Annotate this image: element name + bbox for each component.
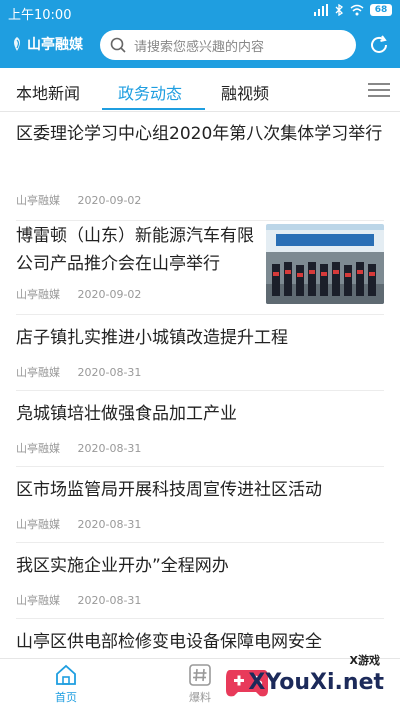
news-date: 2020-08-31 bbox=[77, 442, 142, 455]
news-title: 博雷顿（山东）新能源汽车有限公司产品推介会在山亭举行 bbox=[16, 226, 254, 274]
divider bbox=[16, 314, 384, 315]
news-meta: 山亭融媒 2020-08-31 bbox=[16, 516, 141, 532]
news-item[interactable]: 店子镇扎实推进小城镇改造提升工程 山亭融媒 2020-08-31 bbox=[16, 324, 384, 391]
news-source: 山亭融媒 bbox=[16, 442, 60, 455]
nav-report[interactable]: 爆料 bbox=[170, 663, 230, 705]
bluetooth-icon bbox=[335, 4, 344, 16]
tab-video[interactable]: 融视频 bbox=[221, 80, 269, 104]
news-item[interactable]: 区市场监管局开展科技周宣传进社区活动 山亭融媒 2020-08-31 bbox=[16, 476, 384, 543]
status-icons: 68 bbox=[314, 4, 392, 16]
nav-home-label: 首页 bbox=[55, 691, 77, 704]
active-tab-indicator bbox=[102, 108, 205, 110]
news-source: 山亭融媒 bbox=[16, 194, 60, 207]
news-date: 2020-08-31 bbox=[77, 518, 142, 531]
divider bbox=[16, 618, 384, 619]
news-item[interactable]: 区委理论学习中心组2020年第八次集体学习举行 山亭融媒 2020-09-02 bbox=[16, 120, 384, 221]
nav-home[interactable]: 首页 bbox=[36, 663, 96, 705]
news-meta: 山亭融媒 2020-08-31 bbox=[16, 440, 141, 456]
brand-name: 山亭融媒 bbox=[27, 37, 83, 53]
status-time: 上午10:00 bbox=[8, 8, 72, 23]
watermark: X游戏 XYouXi.net bbox=[224, 652, 394, 708]
news-source: 山亭融媒 bbox=[16, 594, 60, 607]
tab-local-news[interactable]: 本地新闻 bbox=[16, 80, 80, 104]
event-photo bbox=[266, 224, 384, 304]
category-tabs: 本地新闻 政务动态 融视频 bbox=[0, 68, 400, 112]
logo-icon bbox=[14, 37, 20, 51]
menu-icon[interactable] bbox=[368, 82, 390, 98]
news-feed: 区委理论学习中心组2020年第八次集体学习举行 山亭融媒 2020-09-02 … bbox=[0, 112, 400, 658]
search-placeholder: 请搜索您感兴趣的内容 bbox=[134, 39, 265, 55]
news-thumbnail bbox=[266, 224, 384, 304]
news-source: 山亭融媒 bbox=[16, 366, 60, 379]
status-bar: 上午10:00 68 bbox=[0, 0, 400, 24]
news-title: 区委理论学习中心组2020年第八次集体学习举行 bbox=[16, 124, 383, 144]
divider bbox=[16, 466, 384, 467]
divider bbox=[16, 390, 384, 391]
news-date: 2020-09-02 bbox=[77, 288, 142, 301]
news-date: 2020-09-02 bbox=[77, 194, 142, 207]
refresh-icon[interactable] bbox=[368, 34, 390, 56]
wifi-icon bbox=[350, 4, 364, 16]
tab-government-news[interactable]: 政务动态 bbox=[118, 80, 182, 104]
news-meta: 山亭融媒 2020-09-02 bbox=[16, 192, 141, 208]
news-item[interactable]: 凫城镇培壮做强食品加工产业 山亭融媒 2020-08-31 bbox=[16, 400, 384, 467]
search-icon bbox=[110, 37, 126, 53]
nav-report-label: 爆料 bbox=[189, 691, 211, 704]
news-item[interactable]: 博雷顿（山东）新能源汽车有限公司产品推介会在山亭举行 山亭融媒 2020-09-… bbox=[16, 222, 384, 315]
news-source: 山亭融媒 bbox=[16, 288, 60, 301]
home-icon bbox=[56, 664, 76, 685]
watermark-small-text: X游戏 bbox=[349, 654, 380, 667]
news-date: 2020-08-31 bbox=[77, 594, 142, 607]
news-source: 山亭融媒 bbox=[16, 518, 60, 531]
news-date: 2020-08-31 bbox=[77, 366, 142, 379]
watermark-text: XYouXi.net bbox=[248, 670, 384, 695]
hash-icon bbox=[189, 664, 211, 686]
divider bbox=[16, 220, 384, 221]
battery-icon: 68 bbox=[370, 4, 392, 16]
news-title: 我区实施企业开办”全程网办 bbox=[16, 556, 229, 576]
brand-logo: 山亭融媒 bbox=[10, 34, 83, 54]
news-title: 凫城镇培壮做强食品加工产业 bbox=[16, 404, 237, 424]
divider bbox=[16, 542, 384, 543]
app-header: 上午10:00 68 山亭融媒 请搜索您感兴趣的内容 bbox=[0, 0, 400, 68]
news-title: 区市场监管局开展科技周宣传进社区活动 bbox=[16, 480, 322, 500]
signal-icon bbox=[314, 4, 328, 16]
news-meta: 山亭融媒 2020-09-02 bbox=[16, 286, 141, 302]
news-title: 店子镇扎实推进小城镇改造提升工程 bbox=[16, 328, 288, 348]
search-input[interactable]: 请搜索您感兴趣的内容 bbox=[100, 30, 356, 60]
news-meta: 山亭融媒 2020-08-31 bbox=[16, 364, 141, 380]
news-item[interactable]: 我区实施企业开办”全程网办 山亭融媒 2020-08-31 bbox=[16, 552, 384, 619]
news-meta: 山亭融媒 2020-08-31 bbox=[16, 592, 141, 608]
